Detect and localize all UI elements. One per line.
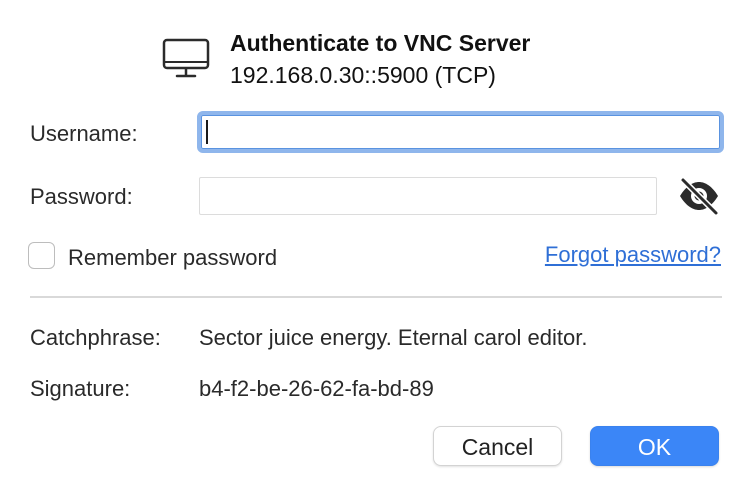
catchphrase-label: Catchphrase: (30, 325, 161, 350)
forgot-password-link[interactable]: Forgot password? (545, 242, 721, 268)
cancel-button[interactable]: Cancel (433, 426, 562, 466)
catchphrase-value: Sector juice energy. Eternal carol edito… (199, 325, 588, 350)
password-label: Password: (30, 184, 133, 209)
password-field[interactable] (199, 177, 657, 215)
remember-password-checkbox[interactable] (28, 242, 55, 269)
monitor-icon (162, 38, 210, 78)
ok-button[interactable]: OK (590, 426, 719, 466)
divider (30, 296, 722, 298)
remember-password-label: Remember password (68, 245, 278, 270)
signature-value: b4-f2-be-26-62-fa-bd-89 (199, 376, 434, 401)
username-field[interactable] (197, 111, 724, 153)
dialog-title: Authenticate to VNC Server (230, 30, 531, 56)
text-caret (206, 120, 208, 144)
signature-label: Signature: (30, 376, 131, 401)
eye-slash-icon[interactable] (677, 176, 721, 216)
vnc-auth-dialog: Authenticate to VNC Server 192.168.0.30:… (0, 0, 746, 494)
username-label: Username: (30, 121, 138, 146)
server-address: 192.168.0.30::5900 (TCP) (230, 62, 496, 88)
